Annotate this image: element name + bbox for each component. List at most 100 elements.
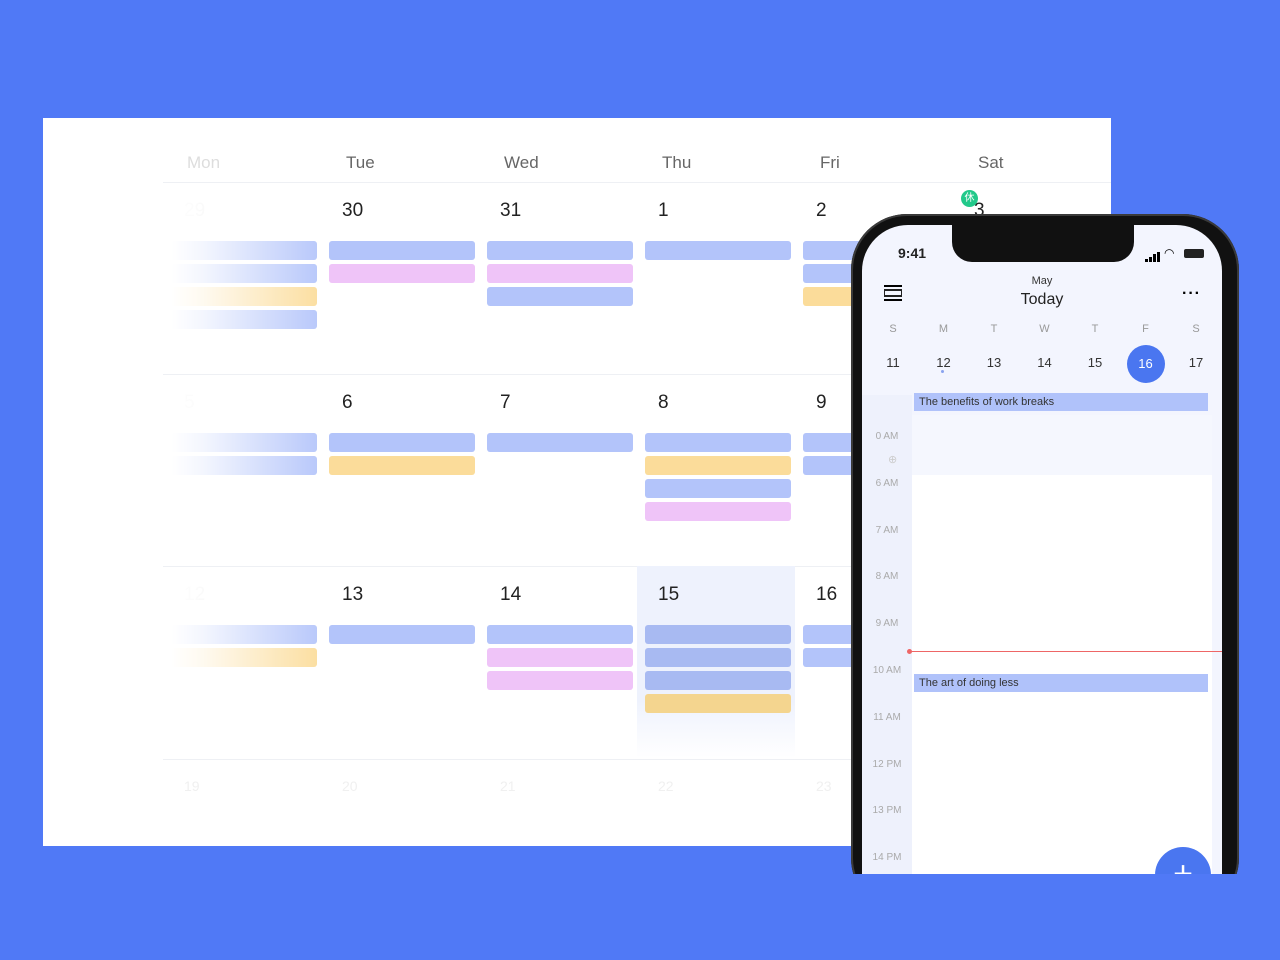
- holiday-badge: 休: [961, 190, 978, 207]
- event-bar[interactable]: [645, 625, 791, 644]
- day-number: 15: [658, 584, 680, 605]
- weekday-header: Wed: [504, 153, 539, 172]
- day-number: 1: [658, 200, 669, 221]
- weekday-header: Tue: [346, 153, 375, 172]
- event-bar[interactable]: [329, 625, 475, 644]
- weekday-label: T: [1091, 323, 1099, 335]
- event-bar[interactable]: [487, 648, 633, 667]
- event-bar[interactable]: [329, 264, 475, 283]
- day-cell[interactable]: 12: [171, 584, 329, 776]
- day-cell[interactable]: 5: [171, 392, 329, 584]
- day-number: 16: [816, 584, 838, 605]
- event-bar[interactable]: [171, 456, 317, 475]
- day-number: 7: [500, 392, 511, 413]
- wifi-icon: ◠: [1164, 246, 1175, 260]
- current-time-line: [909, 651, 1222, 652]
- event-bar[interactable]: [487, 287, 633, 306]
- day-number: 14: [500, 584, 522, 605]
- day-number: 20: [342, 778, 358, 794]
- collapse-icon[interactable]: ⊕: [888, 453, 897, 466]
- day-cell[interactable]: 31: [487, 200, 645, 392]
- month-label: May: [1031, 275, 1053, 287]
- hour-label: 12 PM: [872, 758, 902, 770]
- day-cell[interactable]: 29: [171, 200, 329, 392]
- weekday-header: Fri: [820, 153, 840, 172]
- weekday-header: Thu: [662, 153, 692, 172]
- event-bar[interactable]: [329, 241, 475, 260]
- day-cell[interactable]: 30: [329, 200, 487, 392]
- date-button[interactable]: 14: [1025, 345, 1065, 381]
- event-bar[interactable]: [171, 310, 317, 329]
- all-day-area: [912, 415, 1212, 475]
- hour-label: 8 AM: [875, 571, 899, 583]
- day-number: 12: [184, 584, 206, 605]
- event-bar[interactable]: [487, 625, 633, 644]
- date-button[interactable]: 15: [1075, 345, 1115, 381]
- weekday-label: M: [938, 323, 949, 335]
- hour-label: 0 AM: [875, 431, 899, 442]
- event-bar[interactable]: [645, 241, 791, 260]
- day-number: 19: [184, 778, 200, 794]
- day-cell[interactable]: 7: [487, 392, 645, 584]
- event-block[interactable]: The art of doing less: [914, 674, 1208, 692]
- day-number: 29: [184, 200, 206, 221]
- event-bar[interactable]: [645, 433, 791, 452]
- phone-screen: 9:41 ◠ May Today ··· S 11 M 12 T 13 W 14 T 15 F 16 S…: [862, 225, 1222, 915]
- event-bar[interactable]: [171, 264, 317, 283]
- event-bar[interactable]: [645, 456, 791, 475]
- event-bar[interactable]: [171, 625, 317, 644]
- hour-label: 9 AM: [875, 618, 899, 630]
- day-number: 2: [816, 200, 827, 221]
- event-bar[interactable]: [171, 241, 317, 260]
- more-icon[interactable]: ···: [1182, 285, 1201, 303]
- event-bar[interactable]: [487, 241, 633, 260]
- day-cell[interactable]: 15: [637, 566, 795, 758]
- event-dot: [941, 370, 944, 373]
- day-number: 13: [342, 584, 364, 605]
- weekday-label: F: [1142, 323, 1149, 335]
- day-number: 8: [658, 392, 669, 413]
- event-bar[interactable]: [487, 671, 633, 690]
- day-cell[interactable]: 13: [329, 584, 487, 776]
- event-bar[interactable]: [171, 433, 317, 452]
- event-bar[interactable]: [171, 648, 317, 667]
- hour-label: 11 AM: [873, 711, 901, 723]
- day-number: 21: [500, 778, 516, 794]
- hour-label: 13 PM: [872, 805, 902, 817]
- weekday-header: Mon: [187, 153, 221, 172]
- event-bar[interactable]: [487, 433, 633, 452]
- date-button[interactable]: 13: [974, 345, 1014, 381]
- event-bar[interactable]: [645, 694, 791, 713]
- event-bar[interactable]: [645, 479, 791, 498]
- day-number: 9: [816, 392, 827, 413]
- day-number: 22: [658, 778, 674, 794]
- divider: [163, 182, 1111, 183]
- page-title[interactable]: Today: [862, 291, 1222, 309]
- event-bar[interactable]: [645, 502, 791, 521]
- event-bar[interactable]: [487, 264, 633, 283]
- event-bar[interactable]: [329, 456, 475, 475]
- day-cell[interactable]: 14: [487, 584, 645, 776]
- day-number: 30: [342, 200, 364, 221]
- event-bar[interactable]: [645, 671, 791, 690]
- hour-label: 14 PM: [872, 852, 902, 864]
- date-button[interactable]: 11: [873, 345, 913, 381]
- signal-icon: [1145, 249, 1161, 267]
- timeline: [912, 475, 1212, 915]
- day-cell[interactable]: 8: [645, 392, 803, 584]
- day-cell[interactable]: 1: [645, 200, 803, 392]
- event-bar[interactable]: [645, 648, 791, 667]
- event-bar[interactable]: [171, 287, 317, 306]
- day-number: 31: [500, 200, 522, 221]
- event-block[interactable]: The benefits of work breaks: [914, 393, 1208, 411]
- weekday-label: S: [1192, 323, 1200, 335]
- status-time: 9:41: [898, 245, 927, 261]
- date-button[interactable]: 16: [1126, 345, 1165, 383]
- phone-mockup: 9:41 ◠ May Today ··· S 11 M 12 T 13 W 14 T 15 F 16 S…: [851, 214, 1239, 915]
- weekday-label: T: [990, 323, 998, 335]
- time-gutter: [862, 395, 912, 915]
- date-button[interactable]: 12: [924, 345, 964, 381]
- date-button[interactable]: 17: [1176, 345, 1216, 381]
- event-bar[interactable]: [329, 433, 475, 452]
- day-cell[interactable]: 6: [329, 392, 487, 584]
